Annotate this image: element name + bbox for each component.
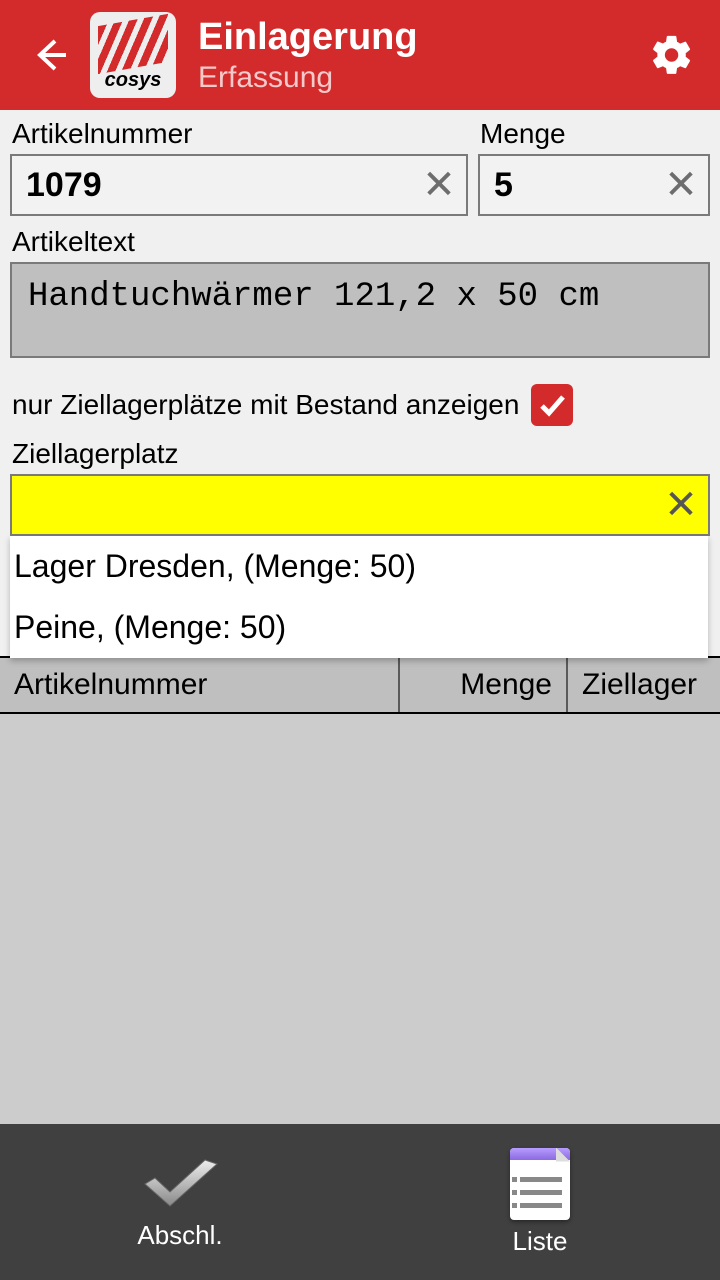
page-title: Einlagerung	[198, 16, 644, 59]
clear-ziellagerplatz-icon[interactable]: ✕	[658, 482, 704, 528]
col-menge: Menge	[400, 658, 568, 712]
table-header: Artikelnummer Menge Ziellager	[0, 656, 720, 714]
back-button[interactable]	[20, 25, 80, 85]
abschliessen-button[interactable]: Abschl.	[0, 1124, 360, 1280]
artikeltext-display: Handtuchwärmer 121,2 x 50 cm	[10, 262, 710, 358]
page-subtitle: Erfassung	[198, 61, 644, 95]
list-icon	[510, 1148, 570, 1220]
artikelnummer-label: Artikelnummer	[10, 118, 468, 150]
liste-button[interactable]: Liste	[360, 1124, 720, 1280]
settings-button[interactable]	[644, 27, 700, 83]
menge-label: Menge	[478, 118, 710, 150]
ziellagerplatz-label: Ziellagerplatz	[10, 438, 710, 470]
ziellagerplatz-dropdown: Lager Dresden, (Menge: 50) Peine, (Menge…	[10, 536, 708, 658]
dropdown-item[interactable]: Lager Dresden, (Menge: 50)	[10, 536, 708, 597]
app-logo: cosys	[90, 12, 176, 98]
ziellagerplatz-input[interactable]	[10, 474, 710, 536]
col-artikelnummer: Artikelnummer	[0, 658, 400, 712]
artikelnummer-input[interactable]	[10, 154, 468, 216]
clear-artikelnummer-icon[interactable]: ✕	[416, 162, 462, 208]
app-header: cosys Einlagerung Erfassung	[0, 0, 720, 110]
dropdown-item[interactable]: Peine, (Menge: 50)	[10, 597, 708, 658]
table-body-empty	[0, 714, 720, 1124]
filter-bestand-checkbox[interactable]	[531, 384, 573, 426]
filter-bestand-label: nur Ziellagerplätze mit Bestand anzeigen	[12, 389, 519, 421]
artikeltext-label: Artikeltext	[10, 226, 710, 258]
col-ziellager: Ziellager	[568, 658, 720, 712]
bottom-toolbar: Abschl. Liste	[0, 1124, 720, 1280]
clear-menge-icon[interactable]: ✕	[658, 162, 704, 208]
checkmark-icon	[135, 1154, 225, 1214]
